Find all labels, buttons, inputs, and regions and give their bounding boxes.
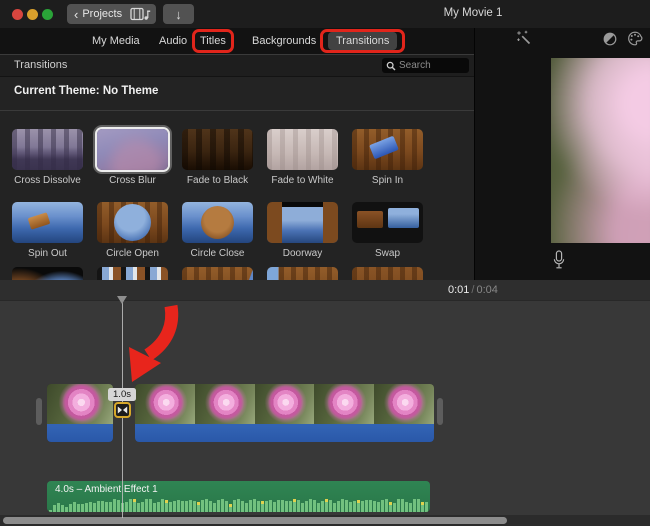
circle-open-shape [114, 204, 151, 241]
transition-thumb-partial[interactable] [267, 267, 338, 280]
tab-backgrounds[interactable]: Backgrounds [252, 28, 316, 54]
transitions-browser: Transitions Search Current Theme: No The… [0, 54, 474, 280]
download-arrow-icon: ↓ [175, 6, 182, 22]
microphone-icon[interactable] [552, 250, 566, 270]
cross-blur-preview [97, 129, 168, 170]
partial-preview [182, 267, 253, 280]
tab-my-media[interactable]: My Media [92, 28, 140, 54]
title-bar: ‹ Projects ↓ My Movie 1 [0, 0, 650, 28]
current-theme-label: Current Theme: No Theme [14, 85, 159, 97]
close-window-button[interactable] [12, 9, 23, 20]
window-title: My Movie 1 [443, 7, 503, 19]
clip-trim-handle-right[interactable] [437, 398, 443, 425]
partial-preview [267, 267, 338, 280]
transition-thumb-fade-to-white[interactable] [267, 129, 338, 170]
tab-titles[interactable]: Titles [200, 35, 226, 47]
swap-preview [352, 202, 423, 243]
transition-thumb-circle-close[interactable] [182, 202, 253, 243]
audio-waveform [49, 496, 428, 512]
search-input[interactable]: Search [382, 58, 469, 73]
transition-thumb-doorway[interactable] [267, 202, 338, 243]
preview-image-flower [551, 58, 650, 243]
audio-clip[interactable]: 4.0s – Ambient Effect 1 [47, 481, 430, 512]
chevron-left-icon: ‹ [74, 6, 79, 22]
circle-close-shape [201, 206, 234, 239]
cross-dissolve-preview [12, 129, 83, 170]
transition-thumb-spin-out[interactable] [12, 202, 83, 243]
film-music-icon [130, 7, 151, 21]
transition-thumb-fade-to-black[interactable] [182, 129, 253, 170]
download-button[interactable]: ↓ [163, 4, 194, 24]
transition-thumb-swap[interactable] [352, 202, 423, 243]
clip-trim-handle-left[interactable] [36, 398, 42, 425]
enhance-wand-icon[interactable] [516, 30, 532, 46]
partial-preview [352, 267, 423, 280]
transition-thumb-partial[interactable] [12, 267, 83, 280]
browser-header: Transitions Search [0, 55, 474, 77]
color-balance-icon[interactable] [603, 32, 617, 46]
timeline-ruler[interactable]: 0:01/0:04 [0, 280, 650, 301]
theme-row: Current Theme: No Theme [0, 77, 474, 111]
content-tab-bar: My Media Audio Titles Backgrounds Transi… [0, 28, 474, 54]
projects-button[interactable]: ‹ Projects [67, 4, 133, 24]
transition-thumb-partial[interactable] [352, 267, 423, 280]
annotation-arrow [129, 304, 179, 382]
transition-thumb-partial[interactable] [97, 267, 168, 280]
timecode-total: 0:04 [476, 284, 498, 296]
annotation-box-titles: Titles [192, 29, 234, 53]
transition-thumb-spin-in[interactable] [352, 129, 423, 170]
clip-filmstrip [47, 384, 113, 424]
tab-transitions[interactable]: Transitions [328, 32, 398, 50]
clip-audio-strip [135, 424, 434, 442]
timecode-current: 0:01 [448, 284, 470, 296]
tab-audio[interactable]: Audio [159, 28, 187, 54]
imovie-window: ‹ Projects ↓ My Movie 1 My Media Audio T… [0, 0, 650, 526]
minimize-window-button[interactable] [27, 9, 38, 20]
annotation-box-transitions: Transitions [320, 29, 406, 53]
fade-to-black-preview [182, 129, 253, 170]
viewer-pane [474, 28, 650, 280]
timeline: 0:01/0:04 1.0s 4.0s – Ambient Effect 1 [0, 280, 650, 526]
transition-thumb-partial[interactable] [182, 267, 253, 280]
transition-thumb-circle-open[interactable] [97, 202, 168, 243]
browser-title: Transitions [14, 59, 68, 71]
projects-button-label: Projects [82, 8, 123, 20]
timeline-scrollbar-track[interactable] [0, 515, 650, 526]
media-import-button[interactable] [125, 4, 156, 24]
partial-preview [97, 267, 168, 280]
partial-preview [12, 267, 83, 280]
fade-to-white-preview [267, 129, 338, 170]
search-placeholder: Search [399, 60, 431, 71]
transition-thumb-cross-dissolve[interactable] [12, 129, 83, 170]
video-clip-1[interactable] [47, 384, 113, 442]
doorway-preview [267, 202, 338, 243]
transition-thumb-cross-blur[interactable] [97, 129, 168, 170]
zoom-window-button[interactable] [42, 9, 53, 20]
preview-monitor [551, 58, 650, 243]
timeline-scrollbar-thumb[interactable] [3, 517, 507, 524]
audio-clip-label: 4.0s – Ambient Effect 1 [55, 484, 158, 495]
color-palette-icon[interactable] [627, 31, 643, 46]
timecode-display: 0:01/0:04 [448, 284, 498, 296]
transition-label: Swap [374, 248, 400, 259]
search-icon [386, 61, 396, 71]
transition-label: Spin In [371, 175, 404, 186]
clip-audio-strip [47, 424, 113, 442]
